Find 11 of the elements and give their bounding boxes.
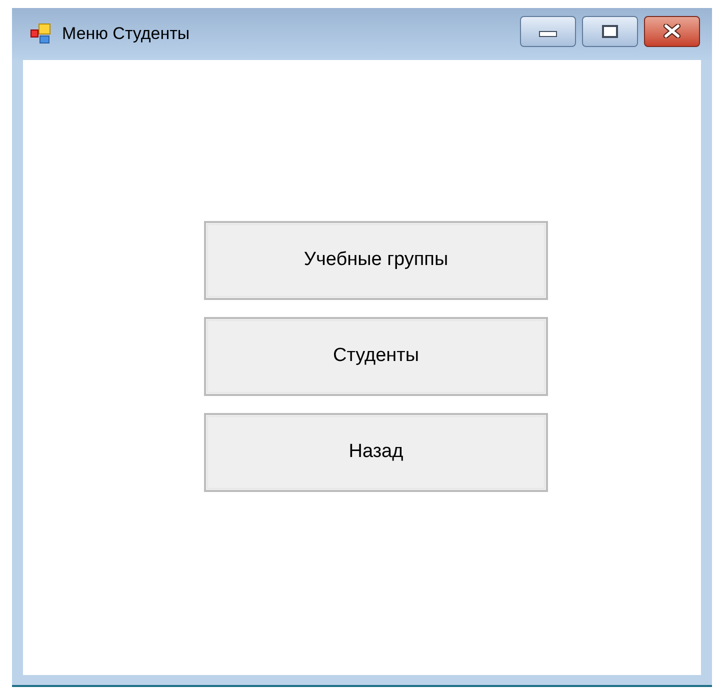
minimize-button[interactable]	[520, 16, 576, 46]
menu-button[interactable]: Учебные группы	[204, 221, 548, 300]
close-button[interactable]	[644, 16, 700, 46]
maximize-button[interactable]	[582, 16, 638, 46]
app-icon	[30, 23, 52, 45]
close-icon	[663, 24, 681, 38]
window-title: Меню Студенты	[62, 23, 190, 46]
menu-button[interactable]: Студенты	[204, 317, 548, 396]
minimize-icon	[539, 31, 557, 37]
menu-button[interactable]: Назад	[204, 413, 548, 492]
restore-icon	[602, 24, 618, 38]
